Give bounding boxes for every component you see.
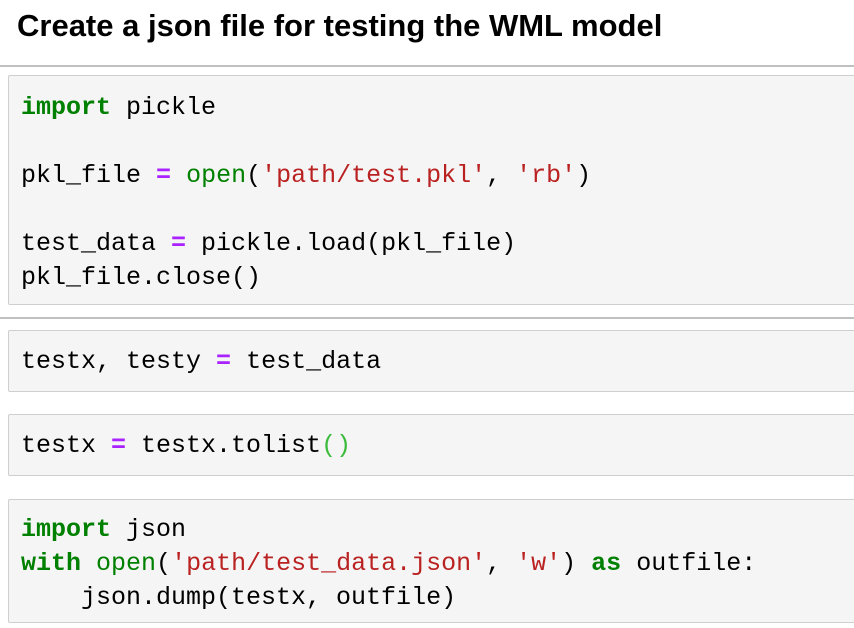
code-token: , (486, 161, 517, 190)
code-token: pkl_file (21, 161, 157, 190)
code-token: outfile: (621, 549, 757, 578)
code-token: testx.tolist (126, 431, 322, 460)
code-token: open (96, 549, 157, 578)
code-cell-4[interactable]: import json with open('path/test_data.jso… (8, 499, 854, 623)
code-token: ( (156, 549, 172, 578)
code-token: = (171, 229, 187, 258)
code-token: test_data (231, 347, 382, 376)
code-line: import json (21, 513, 854, 547)
code-token: import (21, 93, 112, 122)
code-line: import pickle (21, 91, 854, 125)
code-line: json.dump(testx, outfile) (21, 581, 854, 615)
code-line: ​ (21, 125, 854, 159)
code-line: testx, testy = test_data (21, 345, 854, 379)
code-line: pkl_file.close() (21, 261, 854, 295)
code-token: pickle.load(pkl_file) (186, 229, 517, 258)
cell-separator (0, 317, 854, 319)
code-line: pkl_file = open('path/test.pkl', 'rb') (21, 159, 854, 193)
code-token: as (591, 549, 622, 578)
code-line: testx = testx.tolist() (21, 429, 854, 463)
code-token: = (111, 431, 127, 460)
code-token: open (186, 161, 247, 190)
code-token: test_data (21, 229, 172, 258)
code-token: , (486, 549, 517, 578)
code-token: json.dump(testx, outfile) (21, 583, 457, 612)
code-token: () (321, 431, 352, 460)
code-token: ) (576, 161, 592, 190)
code-token: testx, testy (21, 347, 217, 376)
section-heading: Create a json file for testing the WML m… (17, 8, 663, 43)
code-token: with (21, 549, 82, 578)
code-token: 'w' (516, 549, 562, 578)
code-token: pickle (111, 93, 217, 122)
code-token: 'rb' (516, 161, 577, 190)
code-line: test_data = pickle.load(pkl_file) (21, 227, 854, 261)
code-token: 'path/test.pkl' (261, 161, 487, 190)
code-token: testx (21, 431, 112, 460)
code-token: 'path/test_data.json' (171, 549, 487, 578)
code-token: json (111, 515, 187, 544)
cell-separator (0, 65, 854, 67)
code-token: import (21, 515, 112, 544)
code-token: = (156, 161, 172, 190)
code-line: ​ (21, 193, 854, 227)
code-token: pkl_file.close() (21, 263, 262, 292)
code-cell-2[interactable]: testx, testy = test_data (8, 330, 854, 392)
code-token: ) (561, 549, 592, 578)
code-line: with open('path/test_data.json', 'w') as… (21, 547, 854, 581)
code-cell-3[interactable]: testx = testx.tolist() (8, 414, 854, 476)
code-cell-1[interactable]: import pickle​pkl_file = open('path/test… (8, 75, 854, 305)
code-token: = (216, 347, 232, 376)
code-token: ( (246, 161, 262, 190)
